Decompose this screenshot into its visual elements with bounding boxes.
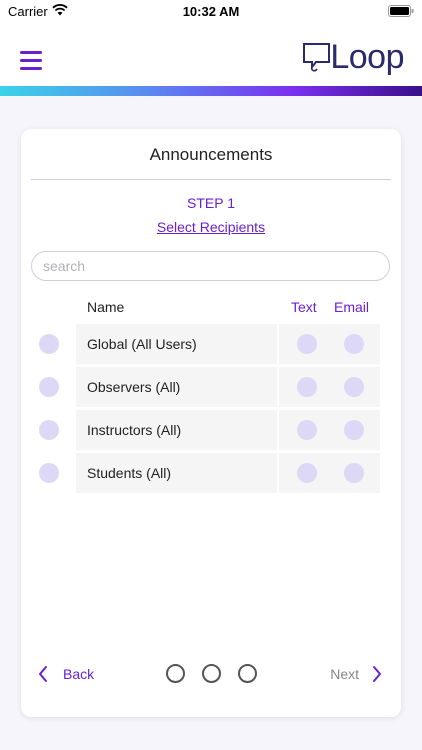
recipient-row: Global (All Users): [21, 324, 401, 364]
announcements-card: Announcements STEP 1 Select Recipients N…: [21, 129, 401, 717]
logo-text: Loop: [330, 38, 404, 76]
page-title: Announcements: [149, 145, 273, 164]
select-radio[interactable]: [39, 463, 59, 483]
next-button[interactable]: Next: [330, 663, 383, 685]
page-dot: [238, 664, 257, 683]
recipient-label: Instructors (All): [87, 422, 182, 438]
email-toggle[interactable]: [344, 420, 364, 440]
status-time: 10:32 AM: [182, 4, 240, 19]
chevron-left-icon: [39, 666, 47, 682]
column-header-name: Name: [87, 299, 125, 315]
back-button[interactable]: Back: [37, 663, 94, 685]
gradient-strip: [0, 86, 422, 96]
recipient-label: Global (All Users): [87, 336, 197, 352]
page-indicator: [166, 664, 257, 683]
column-header-text: Text: [291, 299, 317, 315]
channel-cell: [279, 367, 380, 407]
text-toggle[interactable]: [297, 334, 317, 354]
email-toggle[interactable]: [344, 377, 364, 397]
recipient-name-cell[interactable]: Global (All Users): [76, 324, 277, 364]
recipient-label: Observers (All): [87, 379, 181, 395]
search-input[interactable]: [31, 251, 390, 281]
battery-icon: [388, 5, 414, 17]
column-header-email: Email: [334, 299, 370, 315]
select-radio[interactable]: [39, 420, 59, 440]
next-label: Next: [330, 666, 359, 682]
select-radio[interactable]: [39, 377, 59, 397]
page-dot: [202, 664, 221, 683]
email-toggle[interactable]: [344, 334, 364, 354]
select-recipients-link[interactable]: Select Recipients: [21, 219, 401, 235]
back-label: Back: [63, 666, 95, 682]
email-toggle[interactable]: [344, 463, 364, 483]
channel-cell: [279, 324, 380, 364]
nav-bar: Loop: [0, 24, 422, 86]
text-toggle[interactable]: [297, 420, 317, 440]
status-bar: Carrier 10:32 AM: [0, 0, 422, 24]
channel-cell: [279, 453, 380, 493]
text-toggle[interactable]: [297, 377, 317, 397]
recipient-name-cell[interactable]: Observers (All): [76, 367, 277, 407]
recipient-row: Instructors (All): [21, 410, 401, 450]
recipient-label: Students (All): [87, 465, 172, 481]
recipient-name-cell[interactable]: Instructors (All): [76, 410, 277, 450]
menu-icon[interactable]: [20, 51, 42, 70]
channel-cell: [279, 410, 380, 450]
page-dot: [166, 664, 185, 683]
recipient-row: Observers (All): [21, 367, 401, 407]
recipient-row: Students (All): [21, 453, 401, 493]
loop-logo-icon: [303, 43, 331, 72]
title-divider: [31, 179, 391, 180]
recipient-name-cell[interactable]: Students (All): [76, 453, 277, 493]
step-label: STEP 1: [187, 195, 235, 211]
select-radio[interactable]: [39, 334, 59, 354]
chevron-right-icon: [373, 666, 381, 682]
text-toggle[interactable]: [297, 463, 317, 483]
loop-logo: Loop: [302, 38, 404, 76]
